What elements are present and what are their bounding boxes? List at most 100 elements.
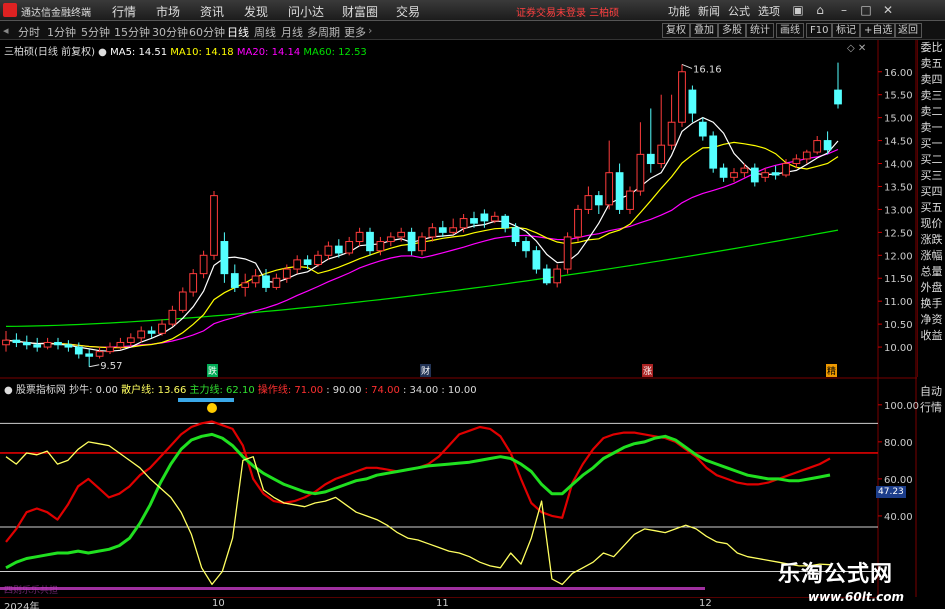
stock-name: 三柏硕(日线 前复权) [4, 47, 95, 58]
candle-body [293, 259, 302, 270]
side-tab[interactable]: 买一 [918, 136, 945, 152]
side-tab[interactable]: 卖二 [918, 104, 945, 120]
annotation-pointer [89, 364, 100, 368]
side-tab-auto[interactable]: 自动 [917, 384, 945, 400]
candle-body [158, 323, 166, 334]
side-tab[interactable]: 外盘 [918, 280, 945, 296]
candle-body [709, 135, 718, 169]
indicator-name: 股票指标网 [15, 385, 66, 396]
annotation-label: 9.57 [100, 361, 122, 372]
candle-body [334, 245, 343, 254]
price-tick-label: 15.50 [884, 91, 913, 102]
candle-body [168, 309, 177, 325]
candle-body [210, 195, 218, 256]
price-tick-label: 12.50 [884, 228, 913, 239]
kline-chart[interactable]: 10.00 10.50 11.00 11.50 12.00 12.50 13.00 13.50… [0, 0, 945, 609]
ma20-value: MA20: 14.14 [236, 47, 301, 58]
candle-body [646, 153, 655, 165]
price-tick-label: 16.00 [884, 68, 913, 79]
candle-body [522, 241, 530, 252]
candle-body [241, 282, 250, 288]
candle-body [553, 268, 562, 284]
candle-body [584, 195, 593, 210]
side-tab[interactable]: 买二 [918, 152, 945, 168]
candle-body [563, 236, 572, 270]
side-tab[interactable]: 买三 [918, 168, 945, 184]
event-tag-drop[interactable]: 跌 [207, 364, 219, 377]
level-10: : 10.00 [441, 385, 477, 396]
candle-body [574, 208, 582, 238]
side-tab[interactable]: 涨跌 [918, 232, 945, 248]
side-tab[interactable]: 委比 [918, 40, 945, 56]
candle-body [740, 167, 749, 174]
candle-body [501, 215, 510, 229]
level-34: : 34.00 [403, 385, 439, 396]
candle-body [407, 231, 416, 252]
candle-body [324, 245, 333, 256]
side-tab[interactable]: 卖五 [918, 56, 945, 72]
candle-body [199, 254, 208, 275]
smiley-icon [207, 403, 217, 413]
candle-body [178, 291, 187, 311]
indicator-settings-icon[interactable]: ● [4, 385, 13, 396]
bottom-note: 四则乐乐共担 [4, 586, 59, 596]
date-axis: 2024年 10 11 12 [0, 597, 878, 609]
candle-body [282, 268, 291, 279]
side-tab-quote[interactable]: 行情 [917, 400, 945, 416]
side-tab[interactable]: 净资 [918, 312, 945, 328]
candle-body [449, 227, 458, 233]
chart-options-icon[interactable]: ◇ ✕ [847, 43, 866, 54]
level-90: : 90.00 [326, 385, 362, 396]
side-tab[interactable]: 买五 [918, 200, 945, 216]
candle-body [43, 341, 52, 348]
candle-body [95, 351, 104, 357]
side-tab[interactable]: 涨幅 [918, 248, 945, 264]
candle-body [542, 268, 551, 284]
date-label: 2024年 [4, 602, 40, 609]
candle-body [116, 341, 125, 348]
candle-body [750, 167, 759, 183]
candle-body [470, 218, 478, 224]
side-tab[interactable]: 卖一 [918, 120, 945, 136]
candle-body [355, 231, 364, 243]
candle-body [490, 215, 499, 222]
candle-body [397, 231, 406, 238]
settings-dot-icon[interactable]: ● [98, 47, 107, 58]
candle-body [792, 158, 801, 165]
indicator-tick-label: 60.00 [884, 475, 913, 486]
side-tab[interactable]: 现价 [918, 216, 945, 232]
retail-line-value: 散户线: 13.66 [121, 385, 187, 396]
ma60-value: MA60: 12.53 [303, 47, 367, 58]
price-tick-label: 14.50 [884, 137, 913, 148]
lower-side-tabs: 自动 行情 [917, 384, 945, 416]
indicator-value-badge: 47.23 [876, 486, 906, 498]
watermark: 乐淘公式网 www.60lt.com [760, 548, 945, 609]
candle-body [2, 339, 10, 346]
candle-body [345, 241, 354, 254]
indicator-legend: ● 股票指标网 抄牛: 0.00 散户线: 13.66 主力线: 62.10 操… [4, 381, 477, 396]
event-tag-rise[interactable]: 涨 [642, 364, 654, 377]
candle-body [698, 121, 707, 137]
side-tab[interactable]: 总量 [918, 264, 945, 280]
side-tab[interactable]: 换手 [918, 296, 945, 312]
side-tab[interactable]: 卖三 [918, 88, 945, 104]
price-tick-label: 12.00 [884, 251, 913, 262]
candle-body [251, 275, 260, 284]
candle-body [74, 346, 83, 355]
candle-body [366, 231, 374, 252]
quote-side-tabs: 委比 卖五 卖四 卖三 卖二 卖一 买一 买二 买三 买四 买五 现价 涨跌 涨… [917, 40, 945, 377]
level-74: : 74.00 [364, 385, 400, 396]
candle-body [657, 144, 666, 165]
candle-body [823, 140, 832, 151]
candle-body [802, 151, 811, 160]
side-tab[interactable]: 买四 [918, 184, 945, 200]
candle-body [428, 227, 437, 238]
candle-body [22, 341, 31, 346]
candle-body [730, 172, 738, 178]
event-tag-finance[interactable]: 财 [420, 364, 432, 377]
side-tab[interactable]: 卖四 [918, 72, 945, 88]
price-tick-label: 10.00 [884, 343, 913, 354]
candle-body [438, 227, 447, 233]
event-tag-select[interactable]: 精 [826, 364, 838, 377]
side-tab[interactable]: 收益 [918, 328, 945, 344]
